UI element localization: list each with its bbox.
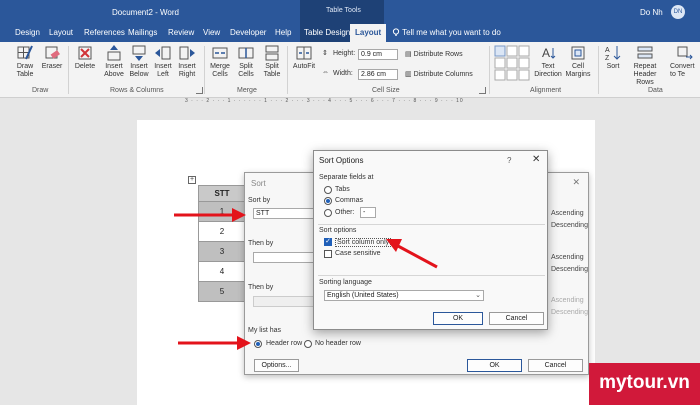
red-arrow-icon: [178, 336, 251, 350]
red-arrow-icon: [386, 239, 438, 269]
annotation-arrows: [174, 208, 438, 350]
watermark-logo: mytour.vn: [589, 363, 700, 405]
red-arrow-icon: [174, 208, 246, 222]
